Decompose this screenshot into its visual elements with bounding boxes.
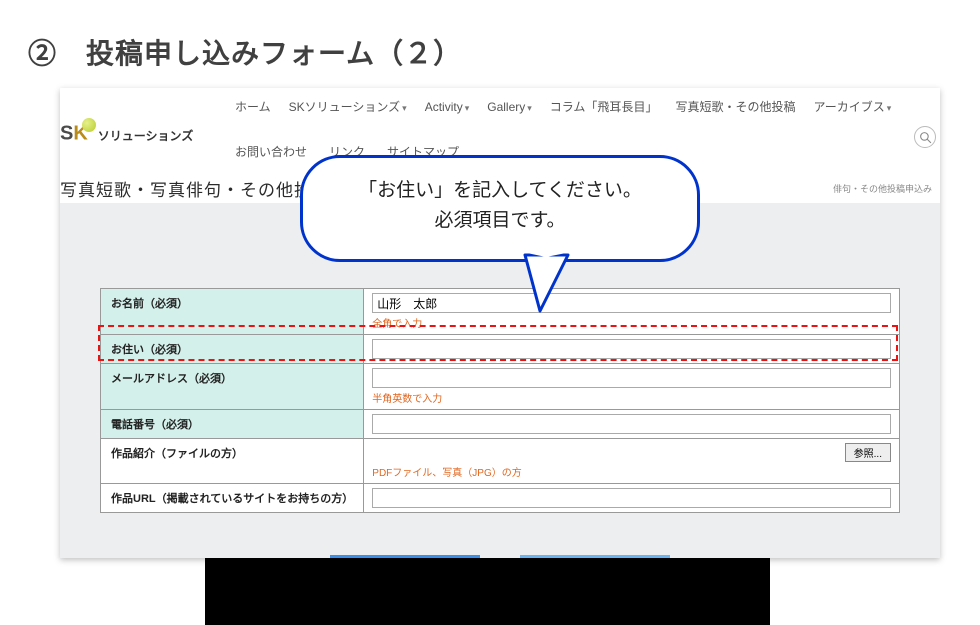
nav-activity[interactable]: Activity <box>425 100 470 114</box>
label-address: お住い（必須） <box>101 335 364 364</box>
name-input[interactable] <box>372 293 891 313</box>
hint-name: 全角で入力 <box>372 315 891 330</box>
application-form: お名前（必須） 全角で入力 お住い（必須） メールアドレス（必須） 半角英数で入… <box>100 288 900 513</box>
row-email: メールアドレス（必須） 半角英数で入力 <box>101 364 900 410</box>
row-address: お住い（必須） <box>101 335 900 364</box>
nav-home[interactable]: ホーム <box>235 98 271 115</box>
row-name: お名前（必須） 全角で入力 <box>101 289 900 335</box>
label-file: 作品紹介（ファイルの方） <box>101 439 364 484</box>
phone-input[interactable] <box>372 414 891 434</box>
document-title: ② 投稿申し込みフォーム（２） <box>28 32 462 72</box>
row-file: 作品紹介（ファイルの方） 参照... PDFファイル、写真（JPG）の方 <box>101 439 900 484</box>
nav-gallery[interactable]: Gallery <box>487 100 532 114</box>
row-phone: 電話番号（必須） <box>101 410 900 439</box>
bottom-black-strip <box>205 558 770 625</box>
nav-archives[interactable]: アーカイブス <box>813 98 891 115</box>
site-logo: SKソリューションズ <box>60 118 193 146</box>
callout-bubble: 「お住い」を記入してください。 必須項目です。 <box>300 155 700 262</box>
logo-subtext: ソリューションズ <box>98 129 194 143</box>
search-icon[interactable] <box>914 126 936 148</box>
email-input[interactable] <box>372 368 891 388</box>
bubble-tail-icon <box>520 253 590 313</box>
nav-column[interactable]: コラム「飛耳長目」 <box>550 98 658 115</box>
subnav-contact[interactable]: お問い合わせ <box>235 143 307 160</box>
breadcrumb: 俳句・その他投稿申込み <box>833 182 932 195</box>
label-url: 作品URL（掲載されているサイトをお持ちの方） <box>101 484 364 513</box>
row-url: 作品URL（掲載されているサイトをお持ちの方） <box>101 484 900 513</box>
hint-email: 半角英数で入力 <box>372 390 891 405</box>
callout-line2: 必須項目です。 <box>333 206 667 236</box>
logo-dot-icon <box>82 118 96 132</box>
hint-file: PDFファイル、写真（JPG）の方 <box>372 464 891 479</box>
callout-line1: 「お住い」を記入してください。 <box>333 176 667 206</box>
label-name: お名前（必須） <box>101 289 364 335</box>
label-email: メールアドレス（必須） <box>101 364 364 410</box>
url-input[interactable] <box>372 488 891 508</box>
primary-nav: ホーム SKソリューションズ Activity Gallery コラム「飛耳長目… <box>235 98 891 115</box>
nav-post[interactable]: 写真短歌・その他投稿 <box>675 98 795 115</box>
nav-sk[interactable]: SKソリューションズ <box>289 98 407 115</box>
file-browse-button[interactable]: 参照... <box>845 443 891 462</box>
address-input[interactable] <box>372 339 891 359</box>
label-phone: 電話番号（必須） <box>101 410 364 439</box>
